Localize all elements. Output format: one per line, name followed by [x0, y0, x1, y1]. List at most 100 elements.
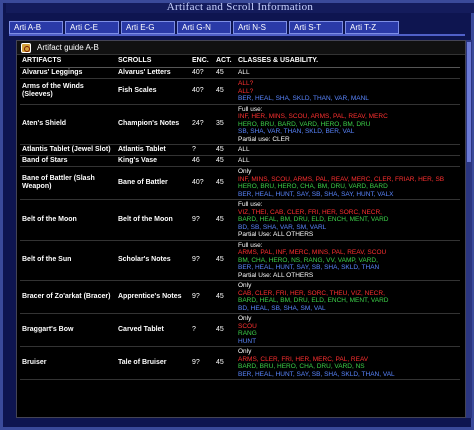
column-header: SCROLLS: [116, 55, 190, 68]
class-line: ALL?: [238, 87, 254, 95]
classes-cell: Only ARMS, CLER, FRI, HER, MERC, PAL, REA…: [236, 346, 460, 380]
guide-label: Artifact guide A-B: [37, 43, 99, 52]
column-header: CLASSES & USABILITY.: [236, 55, 460, 68]
table-row: Bane of Battler (Slash Weapon) Bane of Ba…: [20, 166, 460, 200]
table-row: Belt of the Sun Scholar's Notes 9? 45 Full u…: [20, 240, 460, 281]
artifact-name: Belt of the Moon: [20, 199, 116, 241]
artifact-name: Aten's Shield: [20, 104, 116, 145]
table-row: Braggart's Bow Carved Tablet? 45 Only SCOU RA…: [20, 313, 460, 347]
scroll-name: Belt of the Moon: [116, 199, 190, 241]
classes-cell: ALL: [236, 155, 460, 167]
classes-cell: Only SCOU RANG HUNT: [236, 313, 460, 347]
tab-arti-e-g[interactable]: Arti E-G: [121, 21, 175, 34]
window-frame: Artifact and Scroll Information Arti A-B…: [0, 0, 474, 430]
class-line: Full use:: [238, 105, 263, 113]
artifact-name: Atlantis Tablet (Jewel Slot): [20, 144, 116, 156]
class-line: HERO, BRU, BARD, VARD, HERO, BM, DRU: [238, 120, 371, 128]
class-line: RANG: [238, 330, 257, 337]
tab-arti-g-n[interactable]: Arti G-N: [177, 21, 231, 34]
class-line: Only: [238, 282, 252, 289]
tab-arti-c-e[interactable]: Arti C-E: [65, 21, 119, 34]
scroll-name: Apprentice's Notes: [116, 280, 190, 314]
class-line: Only: [238, 168, 252, 175]
act-value: 45: [214, 240, 236, 281]
act-value: 45: [214, 346, 236, 380]
classes-cell: ALL? ALL? BER, HEAL, SHA, SKLD, THAN, VAR,…: [236, 78, 460, 105]
act-value: 45: [214, 67, 236, 79]
title-bar: Artifact and Scroll Information: [6, 1, 474, 13]
scroll-name: Alvarus' Letters: [116, 67, 190, 79]
table-row: Band of Stars King's Vase 46 45 ALL: [20, 155, 460, 167]
tab-arti-n-s[interactable]: Arti N-S: [233, 21, 287, 34]
table-row: Alvarus' Leggings Alvarus' Letters 40? 45 AL…: [20, 67, 460, 79]
enc-value: 9?: [190, 346, 214, 380]
class-line: SCOU: [238, 322, 257, 330]
classes-cell: Only INF, MINS, SCOU, ARMS, PAL, REAV, ME…: [236, 166, 460, 200]
artifact-table: ARTIFACTS SCROLLS ENC. ACT. CLASSES & USABIL…: [20, 55, 460, 380]
class-line: ALL: [238, 69, 250, 77]
scroll-name: Atlantis Tablet: [116, 144, 190, 156]
class-line: ARMS, PAL, INF, MERC, MINS, PAL, REAV, S…: [238, 249, 387, 256]
class-line: BARD, HEAL, BM, DRU, ELD, ENCH, MENT, VA…: [238, 216, 389, 223]
class-line: BARD, BRU, HERO, CHA, DRU, VARD, NS: [238, 363, 365, 370]
column-header: ENC.: [190, 55, 214, 68]
act-value: 45: [214, 144, 236, 156]
tab-arti-s-t[interactable]: Arti S-T: [289, 21, 343, 34]
class-line: ALL: [238, 146, 250, 154]
artifact-name: Alvarus' Leggings: [20, 67, 116, 79]
column-header: ACT.: [214, 55, 236, 68]
scrollbar[interactable]: [466, 40, 472, 418]
guide-panel: Artifact guide A-B ARTIFACTS SCROLLS ENC. A…: [16, 40, 466, 418]
class-line: Full use:: [238, 201, 263, 208]
class-line: BER, HEAL, HUNT, SAY, SB, SHA, SKLD, THA…: [238, 264, 380, 271]
table-row: Aten's Shield Champion's Notes 24? 35 Full u…: [20, 104, 460, 145]
class-line: CAB, CLER, FRI, HER, SORC, THEU, VIZ, NE…: [238, 289, 385, 297]
act-value: 45: [214, 199, 236, 241]
class-line: ARMS, CLER, FRI, HER, MERC, PAL, REAV: [238, 355, 369, 363]
class-line: ALL?: [238, 80, 254, 87]
scroll-name: Fish Scales: [116, 78, 190, 105]
tab-bar: Arti A-B Arti C-E Arti E-G Arti G-N Arti N-S…: [9, 21, 399, 34]
table-row: Arms of the Winds (Sleeves) Fish Scales 40…: [20, 78, 460, 105]
class-line: Only: [238, 348, 252, 355]
act-value: 45: [214, 78, 236, 105]
act-value: 45: [214, 166, 236, 200]
table-row: Belt of the Moon Belt of the Moon 9? 45 Full…: [20, 199, 460, 241]
scroll-name: Carved Tablet: [116, 313, 190, 347]
scroll-name: Scholar's Notes: [116, 240, 190, 281]
table-row: Atlantis Tablet (Jewel Slot) Atlantis Tab…: [20, 144, 460, 156]
class-line: HUNT: [238, 337, 257, 345]
table-header-row: ARTIFACTS SCROLLS ENC. ACT. CLASSES & USABIL…: [20, 55, 460, 68]
class-line: HERO, BRU, HERO, CHA, BM, DRU, VARD, BAR…: [238, 183, 388, 190]
class-line: Only: [238, 315, 252, 322]
scrollbar-thumb[interactable]: [467, 42, 471, 162]
classes-cell: ALL: [236, 67, 460, 79]
enc-value: 9?: [190, 199, 214, 241]
artifact-name: Bane of Battler (Slash Weapon): [20, 166, 116, 200]
class-line: SB, SHA, VAR, THAN, SKLD, BER, VAL: [238, 128, 355, 135]
act-value: 45: [214, 313, 236, 347]
window-title: Artifact and Scroll Information: [166, 1, 314, 13]
scroll-name: King's Vase: [116, 155, 190, 167]
enc-value: ?: [190, 313, 214, 347]
class-line: Partial use: CLER: [238, 135, 290, 143]
classes-cell: Full use: VIZ, THEI, CAB, CLER, FRI, HER,…: [236, 199, 460, 241]
act-value: 45: [214, 155, 236, 167]
act-value: 35: [214, 104, 236, 145]
classes-cell: ALL: [236, 144, 460, 156]
class-line: BD, HEAL, SB, SHA, SM, VAL: [238, 304, 326, 312]
artifact-name: Band of Stars: [20, 155, 116, 167]
act-value: 45: [214, 280, 236, 314]
tab-divider: [9, 34, 465, 36]
table-row: Bracer of Zo'arkat (Bracer) Apprentice's …: [20, 280, 460, 314]
tab-arti-t-z[interactable]: Arti T-Z: [345, 21, 399, 34]
artifact-name: Braggart's Bow: [20, 313, 116, 347]
classes-cell: Only CAB, CLER, FRI, HER, SORC, THEU, VIZ…: [236, 280, 460, 314]
class-line: BER, HEAL, SHA, SKLD, THAN, VAR, MANL: [238, 95, 369, 102]
class-line: BER, HEAL, HUNT, SAY, SB, SHA, SKLD, THA…: [238, 370, 395, 378]
enc-value: 24?: [190, 104, 214, 145]
enc-value: 9?: [190, 280, 214, 314]
tab-arti-a-b[interactable]: Arti A-B: [9, 21, 63, 34]
scroll-icon: [21, 43, 31, 53]
table-row: Bruiser Tale of Bruiser 9? 45 Only ARMS, CLER…: [20, 346, 460, 380]
